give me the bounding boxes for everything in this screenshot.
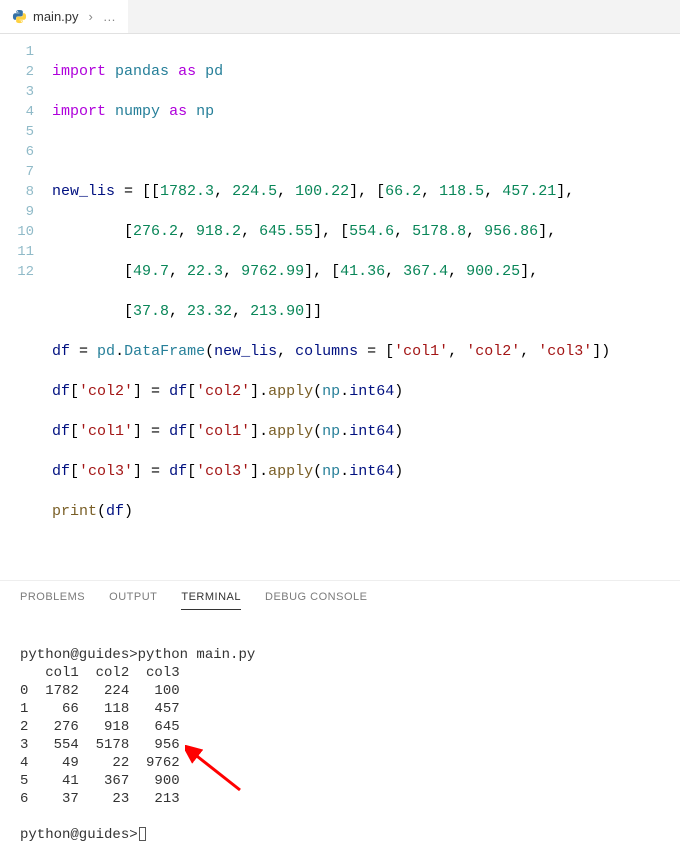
annotation-arrow-icon: [185, 745, 245, 795]
tab-terminal[interactable]: TERMINAL: [181, 591, 241, 610]
line-number: 5: [0, 122, 34, 142]
terminal-command: python main.py: [138, 647, 256, 663]
line-number: 4: [0, 102, 34, 122]
panel-tab-bar: PROBLEMS OUTPUT TERMINAL DEBUG CONSOLE: [0, 580, 680, 610]
code-content[interactable]: import pandas as pd import numpy as np n…: [52, 42, 680, 562]
line-number: 12: [0, 262, 34, 282]
line-number: 10: [0, 222, 34, 242]
line-number: 7: [0, 162, 34, 182]
editor-tab-main-py[interactable]: main.py › …: [0, 0, 128, 33]
dataframe-row: 5 41 367 900: [20, 773, 180, 789]
terminal-prompt: python@guides>: [20, 827, 138, 843]
terminal-output[interactable]: python@guides>python main.py col1 col2 c…: [0, 610, 680, 866]
line-number: 8: [0, 182, 34, 202]
dataframe-row: 3 554 5178 956: [20, 737, 180, 753]
line-number-gutter: 1 2 3 4 5 6 7 8 9 10 11 12: [0, 42, 52, 562]
line-number: 6: [0, 142, 34, 162]
chevron-right-icon: ›: [85, 9, 97, 24]
line-number: 9: [0, 202, 34, 222]
dataframe-header: col1 col2 col3: [20, 665, 180, 681]
tab-output[interactable]: OUTPUT: [109, 591, 157, 610]
tab-filename: main.py: [33, 9, 79, 24]
code-editor[interactable]: 1 2 3 4 5 6 7 8 9 10 11 12 import pandas…: [0, 34, 680, 580]
terminal-prompt: python@guides>: [20, 647, 138, 663]
dataframe-row: 2 276 918 645: [20, 719, 180, 735]
dataframe-row: 1 66 118 457: [20, 701, 180, 717]
dataframe-row: 0 1782 224 100: [20, 683, 180, 699]
tab-debug-console[interactable]: DEBUG CONSOLE: [265, 591, 367, 610]
line-number: 2: [0, 62, 34, 82]
line-number: 1: [0, 42, 34, 62]
terminal-cursor-icon: [139, 827, 146, 841]
dataframe-row: 4 49 22 9762: [20, 755, 180, 771]
line-number: 11: [0, 242, 34, 262]
line-number: 3: [0, 82, 34, 102]
python-file-icon: [12, 9, 27, 24]
tab-problems[interactable]: PROBLEMS: [20, 591, 85, 610]
breadcrumb-more: …: [103, 9, 116, 24]
editor-tab-bar: main.py › …: [0, 0, 680, 34]
dataframe-row: 6 37 23 213: [20, 791, 180, 807]
